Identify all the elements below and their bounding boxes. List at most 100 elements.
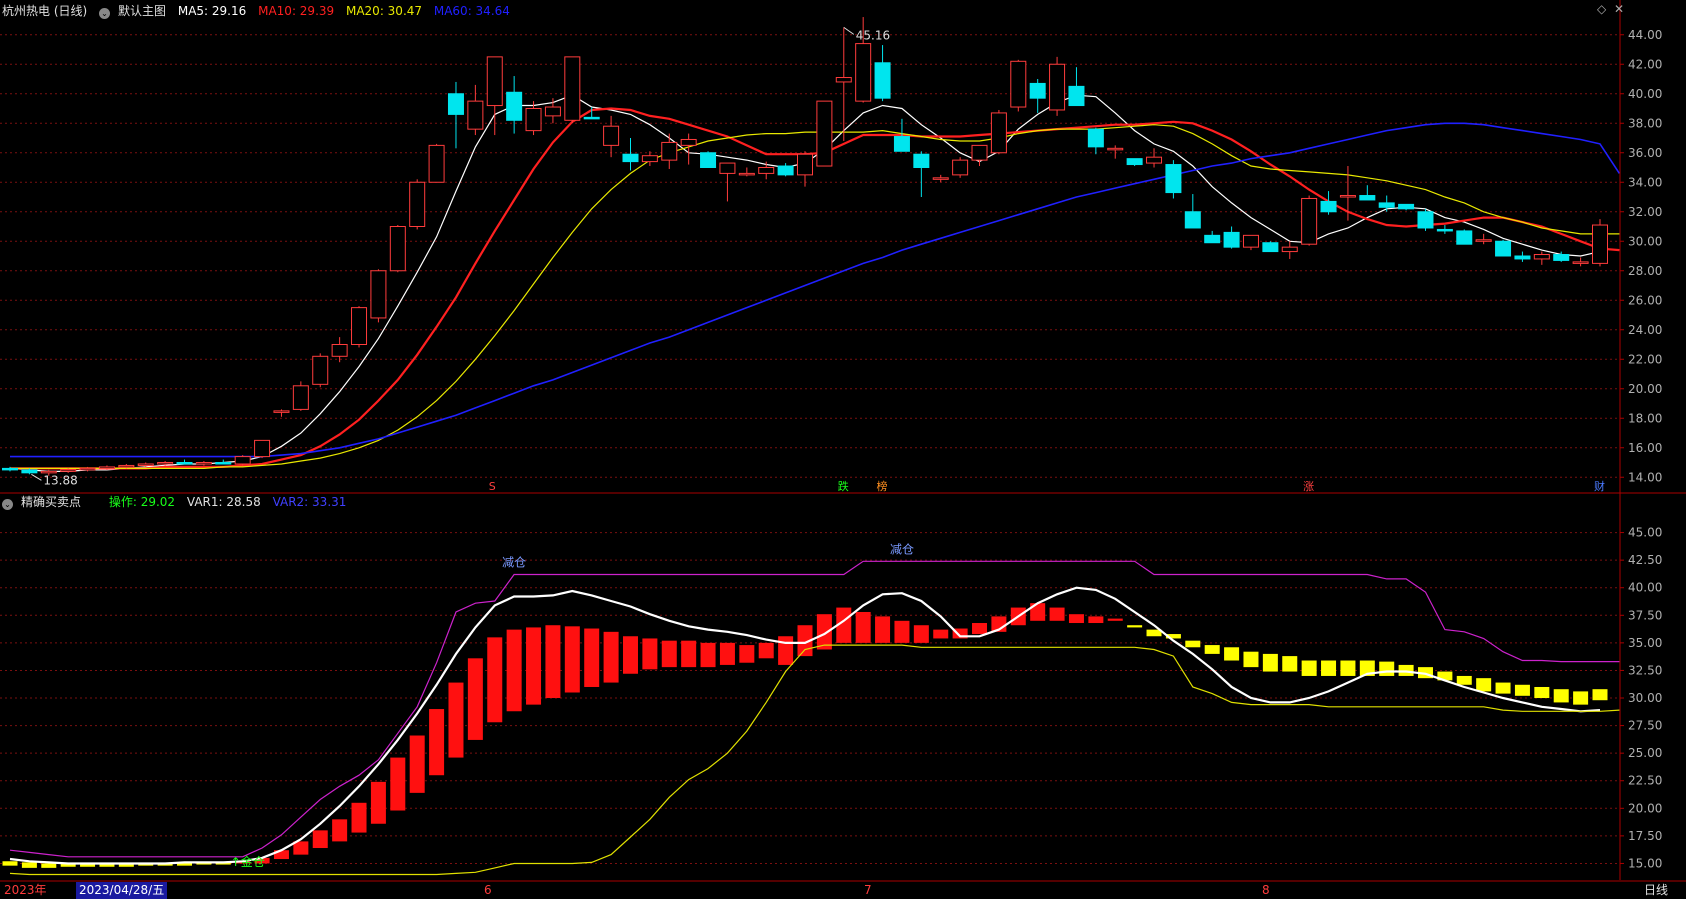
main-header: 杭州热电 (日线) ⌄ 默认主图 MA5: 29.16 MA10: 29.39 M…: [2, 2, 518, 20]
indicator-box: [642, 638, 658, 670]
candle-body: [816, 100, 833, 167]
candle: [874, 45, 891, 102]
indicator-box: [1592, 689, 1608, 701]
candle: [719, 162, 736, 202]
month-label-6: 6: [484, 883, 492, 897]
candle: [467, 84, 484, 136]
var2-line: [9, 560, 1620, 858]
cursor-date: 2023/04/28/五: [76, 882, 168, 899]
candle-body: [157, 462, 174, 465]
sub-tick-label: 40.00: [1628, 581, 1662, 595]
indicator-box: [1262, 653, 1278, 672]
indicator-circle-icon[interactable]: ⌄: [2, 499, 13, 510]
candle: [1514, 251, 1531, 262]
candle-body: [1126, 158, 1143, 166]
indicator-box: [758, 642, 774, 659]
indicator-box: [1243, 651, 1259, 668]
candle: [351, 306, 368, 348]
candle-body: [932, 177, 949, 180]
candle-body: [1320, 200, 1337, 213]
candle: [1126, 158, 1143, 167]
candle-body: [60, 469, 77, 472]
indicator-box: [1514, 684, 1530, 696]
candle-body: [428, 144, 445, 183]
candle-body: [2, 467, 18, 471]
candle: [1049, 56, 1066, 116]
candle-body: [137, 463, 154, 466]
candle-body: [1533, 254, 1550, 260]
candle-body: [1049, 63, 1066, 111]
candle: [738, 167, 755, 177]
close-icon[interactable]: ✕: [1614, 2, 1624, 16]
indicator-box: [487, 637, 503, 723]
candle-body: [1456, 230, 1473, 245]
candle: [1495, 239, 1512, 257]
sub-tick-label: 32.50: [1628, 663, 1662, 677]
month-label-7: 7: [864, 883, 872, 897]
candle-body: [874, 62, 891, 99]
period-label[interactable]: 日线: [1644, 882, 1668, 899]
candle: [1456, 229, 1473, 245]
indicator-annotation: ↑金仓: [231, 854, 265, 869]
indicator-box: [21, 862, 37, 868]
ma20-line: [10, 124, 1620, 469]
indicator-box: [545, 625, 561, 699]
candle-body: [622, 153, 639, 163]
candle-body: [583, 116, 600, 120]
candle-body: [777, 165, 794, 176]
candle-body: [486, 56, 503, 107]
indicator-name[interactable]: 精确买卖点: [21, 495, 81, 509]
indicator-box: [1068, 614, 1084, 624]
indicator-box: [564, 626, 580, 693]
diamond-icon[interactable]: ◇: [1597, 2, 1606, 16]
candle: [254, 439, 271, 459]
sub-tick-label: 27.50: [1628, 719, 1662, 733]
candle: [176, 459, 193, 465]
candle: [564, 56, 581, 124]
candle: [1029, 79, 1046, 113]
candle: [913, 151, 930, 197]
settings-circle-icon[interactable]: ⌄: [99, 8, 111, 19]
candle: [409, 179, 426, 230]
candle-body: [195, 462, 212, 465]
candle: [1242, 234, 1259, 251]
candle: [1436, 225, 1453, 234]
indicator-box: [778, 636, 794, 665]
candle: [1592, 219, 1608, 267]
sub-tick-label: 30.00: [1628, 691, 1662, 705]
candle-body: [351, 307, 368, 345]
candle-body: [234, 456, 251, 465]
candle: [1204, 230, 1221, 244]
candle: [797, 151, 813, 187]
candle: [758, 161, 775, 180]
candle-body: [447, 93, 464, 115]
candle-body: [1495, 240, 1512, 257]
candle-body: [1262, 242, 1279, 253]
candle-body: [1417, 211, 1434, 229]
sub-tick-label: 35.00: [1628, 636, 1662, 650]
candle-body: [1223, 231, 1240, 248]
sub-tick-label: 15.00: [1628, 856, 1662, 870]
main-tick-label: 18.00: [1628, 411, 1662, 425]
candle: [1359, 185, 1376, 201]
op-value: 操作: 29.02: [108, 495, 176, 509]
candle-body: [1068, 85, 1085, 107]
template-label[interactable]: 默认主图: [118, 4, 166, 18]
candle-body: [1165, 164, 1182, 194]
chart-canvas[interactable]: 44.00 42.00 40.00 38.00 36.00 34.00 32.00 30.00…: [0, 0, 1686, 899]
indicator-box: [584, 628, 600, 687]
candle-body: [1146, 156, 1163, 164]
candle: [1184, 194, 1201, 229]
indicator-box: [603, 631, 619, 683]
stock-title[interactable]: 杭州热电 (日线): [2, 4, 87, 18]
candle-body: [1010, 60, 1027, 108]
sub-tick-label: 37.50: [1628, 608, 1662, 622]
candle: [544, 98, 561, 124]
time-axis[interactable]: 2023年 2023/04/28/五 6 7 8 日线: [0, 882, 1686, 899]
candle: [952, 157, 969, 178]
main-tick-label: 44.00: [1628, 28, 1662, 42]
candle-body: [855, 43, 872, 102]
indicator-annotation: 减仓: [890, 542, 914, 556]
candle-body: [1204, 234, 1221, 244]
candle: [1378, 195, 1395, 212]
